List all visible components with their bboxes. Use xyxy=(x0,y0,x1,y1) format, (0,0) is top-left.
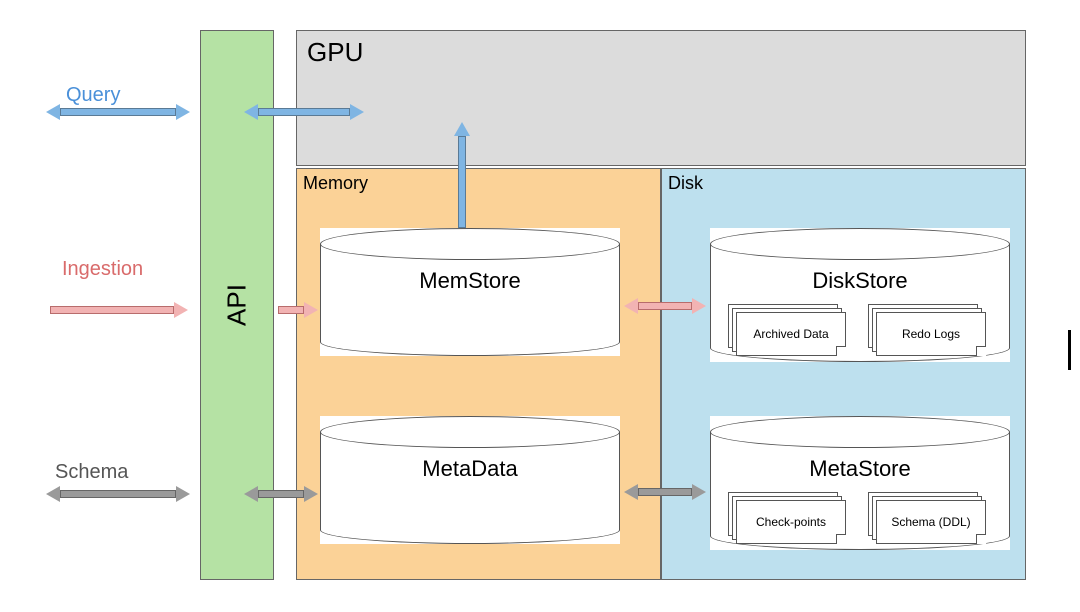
gpu-label: GPU xyxy=(307,37,363,68)
arrow-api-metadata xyxy=(244,486,318,502)
arrow-api-gpu xyxy=(244,104,364,120)
docstack-archived: Archived Data xyxy=(728,304,848,356)
metastore-cylinder: MetaStore Check-points Schema (DDL) xyxy=(710,416,1010,550)
arrow-memstore-gpu xyxy=(454,122,470,228)
arrow-ingestion-external xyxy=(50,302,188,318)
disk-label: Disk xyxy=(668,173,703,194)
label-ingestion: Ingestion xyxy=(62,258,143,281)
docstack-schemaddl: Schema (DDL) xyxy=(868,492,988,544)
memstore-cylinder: MemStore xyxy=(320,228,620,356)
diskstore-cylinder: DiskStore Archived Data Redo Logs xyxy=(710,228,1010,362)
metadata-cylinder: MetaData xyxy=(320,416,620,544)
doc-schemaddl-label: Schema (DDL) xyxy=(891,515,970,529)
api-label: API xyxy=(222,284,253,326)
metastore-title: MetaStore xyxy=(710,456,1010,482)
doc-checkpoints-label: Check-points xyxy=(756,515,826,529)
doc-archived-label: Archived Data xyxy=(753,327,828,341)
metadata-title: MetaData xyxy=(320,456,620,482)
docstack-checkpoints: Check-points xyxy=(728,492,848,544)
arrow-memstore-diskstore xyxy=(624,298,706,314)
memstore-title: MemStore xyxy=(320,268,620,294)
gpu-box: GPU xyxy=(296,30,1026,166)
arrow-metadata-metastore xyxy=(624,484,706,500)
arrow-schema-external xyxy=(46,486,190,502)
text-cursor-icon xyxy=(1068,330,1071,370)
memory-label: Memory xyxy=(303,173,368,194)
docstack-redologs: Redo Logs xyxy=(868,304,988,356)
diskstore-title: DiskStore xyxy=(710,268,1010,294)
arrow-api-memstore xyxy=(278,302,318,318)
doc-redologs-label: Redo Logs xyxy=(902,327,960,341)
label-schema: Schema xyxy=(55,461,128,484)
arrow-query-external xyxy=(46,104,190,120)
